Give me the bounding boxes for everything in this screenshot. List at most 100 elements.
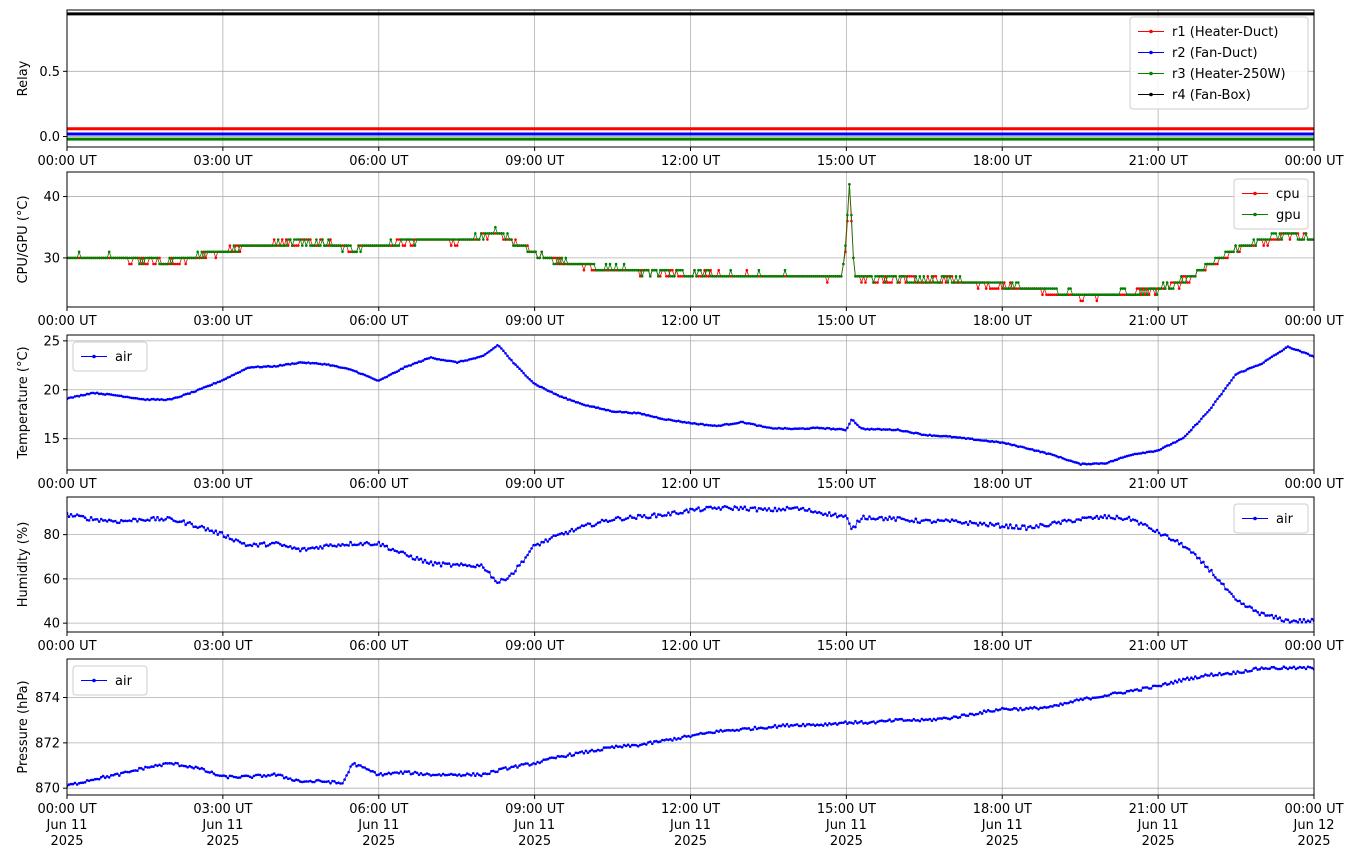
x-tick-date: Jun 12	[1293, 818, 1335, 833]
x-tick-label: 03:00 UT	[193, 154, 252, 169]
x-tick-label: 12:00 UT	[661, 639, 720, 654]
legend-label: r1 (Heater-Duct)	[1172, 25, 1278, 40]
x-tick-year: 2025	[206, 834, 239, 849]
y-tick-label: 0.5	[39, 65, 60, 80]
x-tick-label: 18:00 UT	[973, 802, 1032, 817]
panel-pressure: 870872874Pressure (hPa)00:00 UTJun 11202…	[16, 658, 1344, 849]
legend-marker	[1253, 212, 1257, 217]
x-tick-label: 15:00 UT	[817, 639, 876, 654]
x-tick-date: Jun 11	[513, 818, 555, 833]
x-tick-year: 2025	[362, 834, 395, 849]
x-tick-label: 00:00 UT	[37, 154, 96, 169]
legend-marker	[1149, 50, 1153, 55]
legend-label: cpu	[1276, 187, 1300, 202]
x-tick-label: 03:00 UT	[193, 639, 252, 654]
y-axis-label: Pressure (hPa)	[16, 680, 31, 773]
y-tick-label: 15	[43, 432, 60, 447]
x-tick-label: 12:00 UT	[661, 314, 720, 329]
x-tick-year: 2025	[830, 834, 863, 849]
legend-label: r4 (Fan-Box)	[1172, 88, 1251, 103]
y-axis-label: CPU/GPU (°C)	[16, 195, 31, 283]
x-tick-label: 00:00 UT	[37, 802, 96, 817]
y-axis-label: Relay	[16, 60, 31, 96]
x-tick-label: 00:00 UT	[37, 477, 96, 492]
x-tick-label: 06:00 UT	[349, 477, 408, 492]
x-tick-label: 21:00 UT	[1129, 639, 1188, 654]
panel-humidity: 40 60 80 Humidity (%) 00:00 UT 03:00 UT 06:00 …	[16, 496, 1344, 654]
legend-marker	[1149, 71, 1153, 76]
x-tick-date: Jun 11	[1137, 818, 1179, 833]
x-tick-label: 06:00 UT	[349, 314, 408, 329]
legend: r1 (Heater-Duct) r2 (Fan-Duct) r3 (Heater-…	[1129, 16, 1309, 110]
legend-marker	[1253, 516, 1257, 521]
x-tick-year: 2025	[50, 834, 83, 849]
x-tick-label: 18:00 UT	[973, 314, 1032, 329]
legend-label: air	[115, 350, 133, 365]
legend: air	[1233, 503, 1309, 534]
x-tick-label: 00:00 UT	[1284, 802, 1343, 817]
y-tick-label: 25	[43, 334, 60, 349]
x-tick-label: 09:00 UT	[505, 802, 564, 817]
legend: air	[72, 341, 148, 372]
y-tick-label: 40	[43, 190, 60, 205]
x-tick-label: 03:00 UT	[193, 802, 252, 817]
x-tick-label: 00:00 UT	[37, 314, 96, 329]
multi-panel-chart: 0.0 0.5 Relay 00:00 UT 03:00 UT 06:00 UT 09:00…	[16, 9, 1344, 849]
grid	[66, 497, 1315, 632]
x-tick-label: 09:00 UT	[505, 477, 564, 492]
x-tick-label: 03:00 UT	[193, 314, 252, 329]
x-tick-label: 00:00 UT	[1284, 639, 1343, 654]
x-tick-year: 2025	[518, 834, 551, 849]
x-tick-label: 18:00 UT	[973, 477, 1032, 492]
legend-label: r3 (Heater-250W)	[1172, 67, 1286, 82]
x-tick-label: 12:00 UT	[661, 802, 720, 817]
legend-label: air	[1276, 512, 1294, 527]
x-tick-year: 2025	[674, 834, 707, 849]
x-tick-label: 12:00 UT	[661, 477, 720, 492]
x-tick-date: Jun 11	[669, 818, 711, 833]
legend-marker	[92, 678, 96, 683]
x-tick-date: Jun 11	[981, 818, 1023, 833]
y-tick-label: 870	[35, 782, 60, 797]
legend-label: r2 (Fan-Duct)	[1172, 46, 1258, 61]
x-tick-date: Jun 11	[825, 818, 867, 833]
legend-label: air	[115, 674, 133, 689]
x-tick-label: 15:00 UT	[817, 314, 876, 329]
x-tick-label: 15:00 UT	[817, 802, 876, 817]
y-tick-label: 872	[35, 736, 60, 751]
grid	[66, 335, 1315, 470]
x-tick-label: 21:00 UT	[1129, 802, 1188, 817]
y-axis-label: Humidity (%)	[16, 522, 31, 608]
x-tick-date: Jun 11	[201, 818, 243, 833]
legend-marker	[1149, 29, 1153, 34]
legend-marker	[1149, 92, 1153, 97]
x-tick-date: Jun 11	[46, 818, 88, 833]
x-tick-year: 2025	[1297, 834, 1330, 849]
x-tick-label: 09:00 UT	[505, 314, 564, 329]
legend: air	[72, 665, 148, 696]
x-tick-label: 15:00 UT	[817, 477, 876, 492]
y-tick-label: 0.0	[39, 130, 60, 145]
grid	[66, 172, 1315, 307]
x-tick-label: 06:00 UT	[349, 639, 408, 654]
grid	[66, 10, 1315, 147]
x-tick-label: 18:00 UT	[973, 154, 1032, 169]
y-tick-label: 80	[43, 528, 60, 543]
x-tick-label: 00:00 UT	[1284, 477, 1343, 492]
y-tick-label: 40	[43, 617, 60, 632]
x-tick-date: Jun 11	[357, 818, 399, 833]
x-tick-label: 00:00 UT	[1284, 314, 1343, 329]
y-tick-label: 30	[43, 251, 60, 266]
x-tick-year: 2025	[986, 834, 1019, 849]
y-axis-label: Temperature (°C)	[16, 346, 31, 459]
x-tick-label: 06:00 UT	[349, 802, 408, 817]
y-tick-label: 60	[43, 572, 60, 587]
panel-temperature: 15 20 25 Temperature (°C) 00:00 UT 03:00 UT 06…	[16, 334, 1344, 492]
panel-relay: 0.0 0.5 Relay 00:00 UT 03:00 UT 06:00 UT 09:00…	[16, 9, 1344, 169]
legend-marker	[1253, 191, 1257, 196]
y-tick-label: 20	[43, 383, 60, 398]
grid	[66, 659, 1315, 795]
x-tick-year: 2025	[1142, 834, 1175, 849]
x-tick-label: 03:00 UT	[193, 477, 252, 492]
x-tick-label: 15:00 UT	[817, 154, 876, 169]
